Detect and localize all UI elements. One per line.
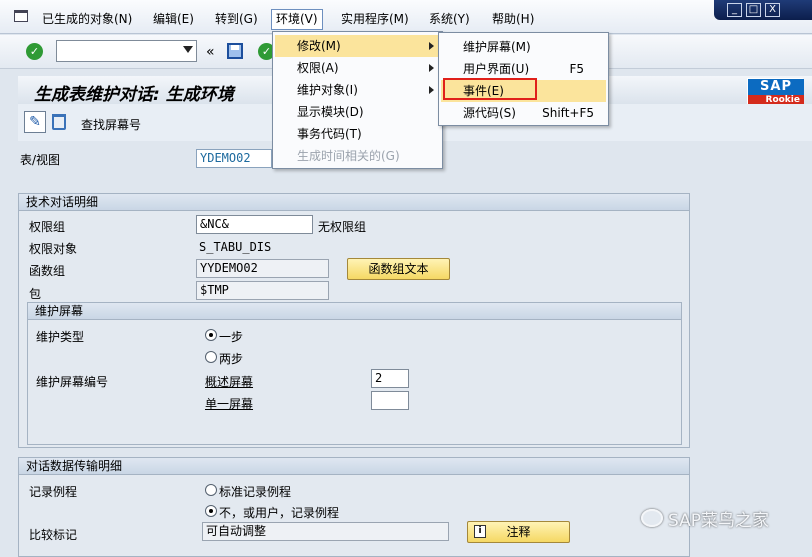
user-record-routine-label: 不，或用户，记录例程: [219, 506, 340, 520]
submenu-item-maint-screen[interactable]: 维护屏幕(M): [441, 36, 606, 58]
save-icon[interactable]: [227, 43, 243, 59]
submenu-item-user-interface-label: 用户界面(U): [463, 62, 530, 76]
command-field[interactable]: [56, 40, 197, 62]
transport-header: 对话数据传输明细: [19, 458, 689, 475]
wechat-icon: [641, 509, 663, 527]
auth-object-label: 权限对象: [29, 242, 78, 256]
chevron-right-icon: [429, 64, 434, 72]
compare-flag-label: 比较标记: [29, 528, 78, 542]
maint-type-two-step-label: 两步: [219, 352, 244, 366]
back-double-arrow-icon[interactable]: «: [206, 44, 215, 60]
menu-bar: 已生成的对象(N) 编辑(E) 转到(G) 环境(V) 实用程序(M) 系统(Y…: [0, 0, 812, 34]
single-screen-field[interactable]: [371, 391, 409, 410]
app-menu-icon[interactable]: [14, 10, 28, 22]
maint-type-label: 维护类型: [36, 330, 85, 344]
submenu-item-user-interface-shortcut: F5: [569, 62, 584, 76]
tech-details-header: 技术对话明细: [19, 194, 689, 211]
env-menu-item-authorization-label: 权限(A): [297, 61, 339, 75]
chevron-right-icon: [429, 86, 434, 94]
submenu-item-source-code-shortcut: Shift+F5: [542, 106, 594, 120]
transport-group: 对话数据传输明细: [18, 457, 690, 557]
env-menu-item-time-dependent: 生成时间相关的(G): [297, 149, 400, 163]
auth-group-label: 权限组: [29, 220, 66, 234]
table-view-field[interactable]: YDEMO02: [196, 149, 272, 168]
env-menu-item-transaction-code[interactable]: 事务代码(T): [275, 123, 440, 145]
menu-utilities[interactable]: 实用程序(M): [337, 10, 413, 28]
maint-type-one-step-label: 一步: [219, 330, 244, 344]
environment-menu: 修改(M) 权限(A) 维护对象(I) 显示模块(D) 事务代码(T) 生成时间…: [272, 31, 443, 169]
auth-group-desc: 无权限组: [318, 220, 367, 234]
find-screen-button[interactable]: 查找屏幕号: [81, 116, 141, 133]
function-group-field[interactable]: YYDEMO02: [196, 259, 329, 278]
submenu-item-source-code-label: 源代码(S): [463, 106, 516, 120]
chevron-right-icon: [429, 42, 434, 50]
page-title: 生成表维护对话: 生成环境: [34, 85, 234, 105]
enter-check-icon[interactable]: ✓: [26, 43, 43, 60]
maint-type-one-step-radio[interactable]: [205, 329, 217, 341]
package-label: 包: [29, 287, 42, 301]
auth-object-value: S_TABU_DIS: [199, 240, 272, 254]
maint-screen-group: 维护屏幕: [27, 302, 682, 445]
auth-group-field[interactable]: &NC&: [196, 215, 313, 234]
pencil-edit-icon[interactable]: ✎: [24, 111, 46, 133]
sap-logo: SAP Rookie: [747, 78, 804, 106]
info-icon: i: [474, 525, 486, 538]
function-group-label: 函数组: [29, 264, 66, 278]
trash-icon[interactable]: [52, 114, 66, 130]
window-controls: _ □ X: [714, 0, 812, 20]
notes-button-label: 注释: [506, 525, 531, 539]
menu-environment[interactable]: 环境(V): [271, 9, 323, 30]
menu-generated-objects[interactable]: 已生成的对象(N): [38, 10, 136, 28]
env-menu-item-display-module[interactable]: 显示模块(D): [275, 101, 440, 123]
maint-screen-header: 维护屏幕: [28, 303, 681, 320]
env-menu-item-maint-objects-label: 维护对象(I): [297, 83, 358, 97]
menu-edit[interactable]: 编辑(E): [149, 10, 198, 28]
compare-flag-field[interactable]: 可自动调整: [202, 522, 449, 541]
user-record-routine-radio[interactable]: [205, 505, 217, 517]
highlight-red-box: [443, 78, 537, 100]
submenu-item-user-interface[interactable]: 用户界面(U) F5: [441, 58, 606, 80]
standard-record-routine-label: 标准记录例程: [219, 485, 292, 499]
minimize-button[interactable]: _: [727, 3, 742, 17]
chevron-down-icon[interactable]: [183, 46, 193, 53]
maint-type-two-step-radio[interactable]: [205, 351, 217, 363]
env-menu-item-maint-objects[interactable]: 维护对象(I): [275, 79, 440, 101]
menu-system[interactable]: 系统(Y): [425, 10, 474, 28]
sap-logo-brand: SAP: [748, 79, 804, 95]
menu-help[interactable]: 帮助(H): [488, 10, 538, 28]
record-routine-label: 记录例程: [29, 485, 78, 499]
close-button[interactable]: X: [765, 3, 780, 17]
menu-goto[interactable]: 转到(G): [211, 10, 262, 28]
env-menu-item-modify[interactable]: 修改(M): [275, 35, 440, 57]
env-menu-item-modify-label: 修改(M): [297, 39, 341, 53]
overview-screen-label: 概述屏幕: [205, 375, 254, 389]
submenu-item-maint-screen-label: 维护屏幕(M): [463, 40, 531, 54]
submenu-item-source-code[interactable]: 源代码(S) Shift+F5: [441, 102, 606, 124]
notes-button[interactable]: i 注释: [467, 521, 570, 543]
watermark-text: SAP菜鸟之家: [668, 511, 769, 531]
single-screen-label: 单一屏幕: [205, 397, 254, 411]
maximize-button[interactable]: □: [746, 3, 761, 17]
overview-screen-field[interactable]: 2: [371, 369, 409, 388]
package-field[interactable]: $TMP: [196, 281, 329, 300]
env-menu-item-authorization[interactable]: 权限(A): [275, 57, 440, 79]
table-view-label: 表/视图: [20, 153, 61, 167]
function-group-text-button[interactable]: 函数组文本: [347, 258, 450, 280]
maint-screen-no-label: 维护屏幕编号: [36, 375, 109, 389]
standard-record-routine-radio[interactable]: [205, 484, 217, 496]
